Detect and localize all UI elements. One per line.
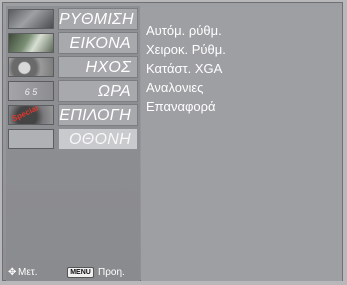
special-text: Special (10, 105, 40, 124)
hint-prev-label: Προη. (98, 267, 125, 278)
menu-item-label: ΗΧΟΣ (58, 56, 138, 78)
navigation-arrows-icon: ✥ (8, 267, 17, 278)
menu-item-option[interactable]: Special ΕΠΙΛΟΓΗ (6, 104, 140, 126)
time-icon: 6 5 (8, 81, 54, 101)
menu-item-label: ΡΥΘΜΙΣΗ (58, 8, 138, 30)
menu-item-sound[interactable]: ΗΧΟΣ (6, 56, 140, 78)
time-digits: 6 5 (24, 87, 38, 97)
menu-item-label: ΕΙΚΟΝΑ (58, 32, 138, 54)
hint-bar: ✥ Μετ. MENU Προη. (6, 264, 140, 281)
menu-item-time[interactable]: 6 5 ΩΡΑ (6, 80, 140, 102)
setup-icon (8, 9, 54, 29)
osd-screen: ΡΥΘΜΙΣΗ ΕΙΚΟΝΑ ΗΧΟΣ 6 5 ΩΡΑ Special ΕΠΙΛ… (0, 0, 347, 285)
menu-item-label: ΕΠΙΛΟΓΗ (58, 104, 138, 126)
sound-icon (8, 57, 54, 77)
menu-item-picture[interactable]: ΕΙΚΟΝΑ (6, 32, 140, 54)
menu-item-label: ΩΡΑ (58, 80, 138, 102)
menu-item-screen[interactable]: ΟΘΟΝΗ (6, 128, 140, 150)
option-manual-config[interactable]: Χειροκ. Ρύθμ. (146, 42, 226, 58)
screen-icon (8, 129, 54, 149)
option-icon: Special (8, 105, 54, 125)
option-analogies[interactable]: Αναλονιες (146, 80, 203, 96)
main-menu: ΡΥΘΜΙΣΗ ΕΙΚΟΝΑ ΗΧΟΣ 6 5 ΩΡΑ Special ΕΠΙΛ… (6, 6, 140, 281)
picture-icon (8, 33, 54, 53)
submenu-panel: Αυτόμ. ρύθμ. Χειροκ. Ρύθμ. Κατάστ. XGA Α… (141, 6, 342, 281)
menu-item-label: ΟΘΟΝΗ (58, 128, 138, 150)
menu-item-setup[interactable]: ΡΥΘΜΙΣΗ (6, 8, 140, 30)
option-auto-config[interactable]: Αυτόμ. ρύθμ. (146, 23, 222, 39)
hint-move-label: Μετ. (18, 267, 38, 278)
option-xga-mode[interactable]: Κατάστ. XGA (146, 61, 222, 77)
menu-key-icon: MENU (67, 267, 94, 278)
option-reset[interactable]: Επαναφορά (146, 99, 216, 115)
